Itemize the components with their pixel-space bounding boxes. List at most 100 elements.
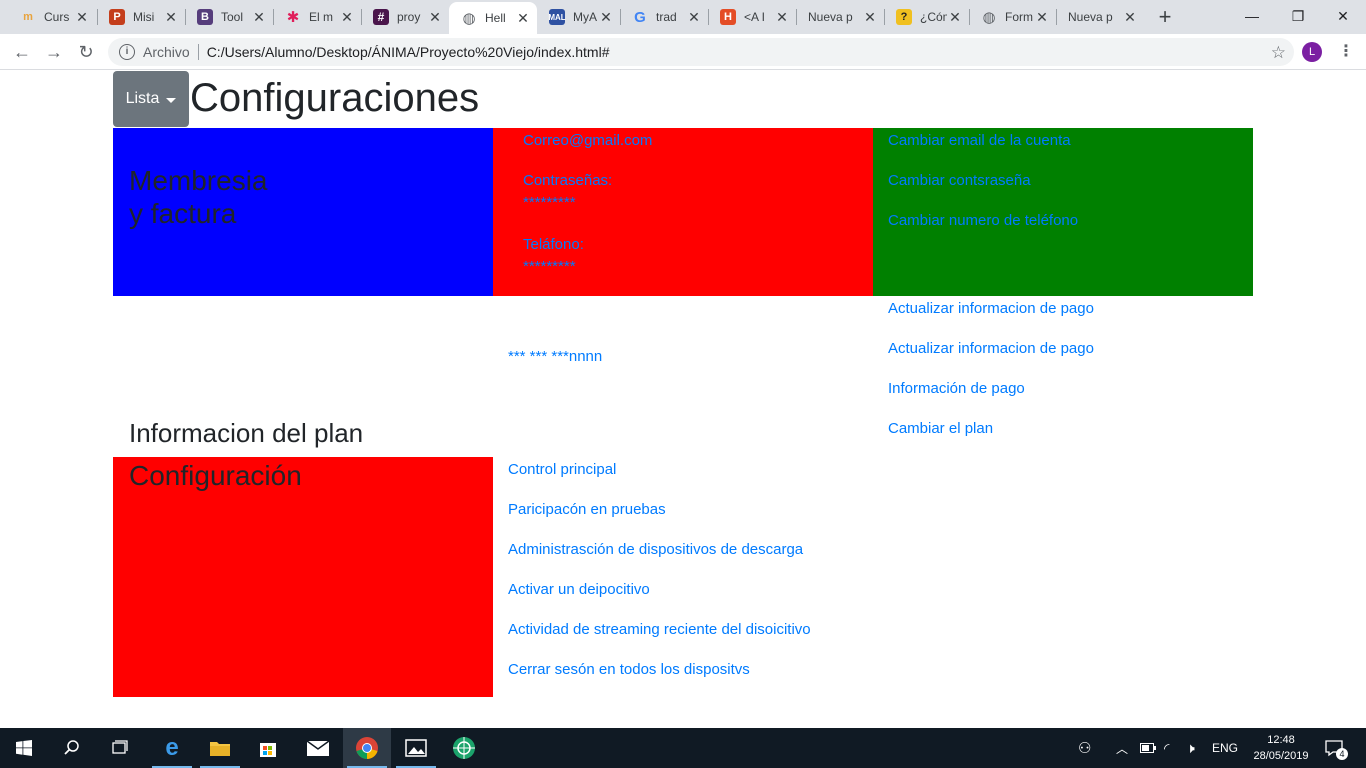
- close-window-icon[interactable]: ✕: [1320, 0, 1366, 34]
- tab-title: Hell: [485, 11, 506, 25]
- config-link-activate-device[interactable]: Activar un deipocitivo: [508, 581, 650, 598]
- page-content: Lista Configuraciones Membresia y factur…: [0, 70, 1366, 728]
- close-tab-icon[interactable]: ✕: [947, 9, 963, 26]
- url-text[interactable]: C:/Users/Alumno/Desktop/ÁNIMA/Proyecto%2…: [207, 44, 610, 60]
- tab-11[interactable]: ◍ Form ✕: [969, 0, 1056, 34]
- configuration-block: Configuración: [113, 457, 493, 697]
- store-icon[interactable]: [244, 728, 292, 768]
- tab-1[interactable]: P Misi ✕: [97, 0, 185, 34]
- tab-title: Curs: [44, 10, 70, 24]
- back-icon[interactable]: ←: [8, 38, 36, 66]
- search-icon[interactable]: [48, 728, 96, 768]
- restore-icon[interactable]: ❐: [1275, 0, 1321, 34]
- close-tab-icon[interactable]: ✕: [515, 10, 531, 27]
- app-icon[interactable]: [440, 728, 488, 768]
- address-bar[interactable]: i Archivo C:/Users/Alumno/Desktop/ÁNIMA/…: [108, 38, 1294, 66]
- account-actions-block: Cambiar email de la cuenta Cambiar conts…: [873, 128, 1253, 296]
- config-link-tests[interactable]: Paricipacón en pruebas: [508, 501, 666, 518]
- close-tab-icon[interactable]: ✕: [163, 9, 179, 26]
- config-link-download-devices[interactable]: Administrasción de dispositivos de desca…: [508, 541, 803, 558]
- change-phone-link[interactable]: Cambiar numero de teléfono: [888, 212, 1078, 229]
- payment-info-link[interactable]: Información de pago: [888, 380, 1025, 397]
- tab-3[interactable]: ✱ El m ✕: [273, 0, 361, 34]
- tab-title: <A I: [744, 10, 766, 24]
- close-tab-icon[interactable]: ✕: [862, 9, 878, 26]
- coursera-icon: m: [23, 11, 33, 23]
- tab-8[interactable]: H <A I ✕: [708, 0, 796, 34]
- battery-icon[interactable]: [1140, 728, 1156, 768]
- tab-9[interactable]: Nueva p ✕: [796, 0, 884, 34]
- close-tab-icon[interactable]: ✕: [251, 9, 267, 26]
- password-label: Contraseñas:: [523, 172, 613, 189]
- clock[interactable]: 12:48 28/05/2019: [1248, 732, 1314, 764]
- windows-taskbar: e ⚇ ︿ ◜ 🕨 ENG 12:48 28/05/2019 4: [0, 728, 1366, 768]
- tab-title: Tool: [221, 10, 244, 24]
- globe-icon: ◍: [462, 10, 476, 27]
- menu-kebab-icon[interactable]: ⋮: [1338, 41, 1354, 61]
- tab-12[interactable]: Nueva p ✕: [1056, 0, 1144, 34]
- lista-dropdown-button[interactable]: Lista: [113, 71, 189, 127]
- google-icon: G: [634, 8, 646, 26]
- close-tab-icon[interactable]: ✕: [74, 9, 90, 26]
- tab-title: Nueva p: [1068, 10, 1113, 24]
- slack-icon: #: [373, 9, 389, 25]
- task-view-icon[interactable]: [96, 728, 144, 768]
- configuration-heading: Configuración: [129, 460, 302, 491]
- config-link-streaming-activity[interactable]: Actividad de streaming reciente del diso…: [508, 621, 811, 638]
- config-link-main-control[interactable]: Control principal: [508, 461, 616, 478]
- update-payment-link-2[interactable]: Actualizar informacion de pago: [888, 340, 1094, 357]
- tab-0[interactable]: m Curs ✕: [8, 0, 96, 34]
- wifi-icon[interactable]: ◜: [1164, 728, 1169, 768]
- language-indicator[interactable]: ENG: [1212, 728, 1238, 768]
- tab-6[interactable]: MAL MyA ✕: [537, 0, 620, 34]
- change-email-link[interactable]: Cambiar email de la cuenta: [888, 132, 1071, 149]
- update-payment-link[interactable]: Actualizar informacion de pago: [888, 300, 1094, 317]
- forward-icon[interactable]: →: [40, 38, 68, 66]
- info-icon[interactable]: i: [119, 44, 135, 60]
- password-value: *********: [523, 194, 576, 211]
- close-tab-icon[interactable]: ✕: [598, 9, 614, 26]
- dropdown-label: Lista: [125, 90, 160, 107]
- change-password-link[interactable]: Cambiar contsraseña: [888, 172, 1031, 189]
- membership-block: Membresia y factura: [113, 128, 493, 296]
- quiz-icon: ?: [896, 9, 912, 25]
- tab-title: proy: [397, 10, 421, 24]
- close-tab-icon[interactable]: ✕: [1122, 9, 1138, 26]
- new-tab-button[interactable]: +: [1152, 4, 1178, 30]
- mail-icon[interactable]: [294, 728, 342, 768]
- chevron-up-icon[interactable]: ︿: [1116, 728, 1128, 768]
- tab-title: El m: [309, 10, 333, 24]
- close-tab-icon[interactable]: ✕: [774, 9, 790, 26]
- start-icon[interactable]: [0, 728, 48, 768]
- close-tab-icon[interactable]: ✕: [1034, 9, 1050, 26]
- minimize-icon[interactable]: —: [1229, 0, 1275, 34]
- caret-down-icon: [166, 97, 177, 103]
- config-link-sign-out-all[interactable]: Cerrar sesón en todos los dispositvs: [508, 661, 750, 678]
- edge-icon[interactable]: e: [148, 728, 196, 768]
- tab-4[interactable]: # proy ✕: [361, 0, 449, 34]
- bookmark-star-icon[interactable]: ☆: [1271, 43, 1286, 63]
- notification-count-badge: 4: [1336, 748, 1348, 760]
- slack-icon: ✱: [286, 9, 300, 26]
- chrome-icon[interactable]: [343, 728, 391, 768]
- notifications-icon[interactable]: 4: [1324, 728, 1348, 768]
- tab-strip: m Curs ✕ P Misi ✕ B Tool ✕ ✱ El m ✕ # pr…: [0, 0, 1366, 34]
- tab-10[interactable]: ? ¿Cóm ✕: [884, 0, 969, 34]
- tab-5-active[interactable]: ◍ Hell ✕: [449, 2, 537, 34]
- file-explorer-icon[interactable]: [196, 728, 244, 768]
- volume-muted-icon[interactable]: 🕨: [1186, 728, 1195, 768]
- reload-icon[interactable]: ↻: [72, 38, 100, 66]
- close-tab-icon[interactable]: ✕: [339, 9, 355, 26]
- tab-title: MyA: [573, 10, 597, 24]
- tab-2[interactable]: B Tool ✕: [185, 0, 273, 34]
- close-tab-icon[interactable]: ✕: [686, 9, 702, 26]
- tab-7[interactable]: G trad ✕: [620, 0, 708, 34]
- tab-title: Misi: [133, 10, 155, 24]
- bootstrap-icon: B: [197, 9, 213, 25]
- membership-heading: Membresia y factura: [129, 165, 268, 229]
- close-tab-icon[interactable]: ✕: [427, 9, 443, 26]
- photos-icon[interactable]: [392, 728, 440, 768]
- profile-avatar[interactable]: L: [1302, 42, 1322, 62]
- change-plan-link[interactable]: Cambiar el plan: [888, 420, 993, 437]
- people-icon[interactable]: ⚇: [1078, 728, 1091, 768]
